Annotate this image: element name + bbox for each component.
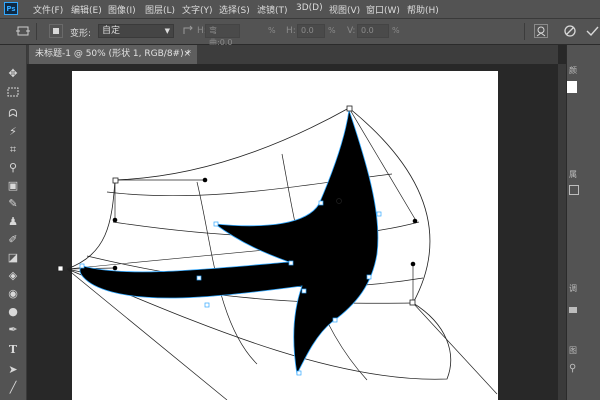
search-icon[interactable]: ⚲ [569, 363, 576, 374]
v-percent-input[interactable]: 0.0 [357, 24, 389, 38]
document-tab-title: 未标题-1 @ 50% (形状 1, RGB/8#) * [35, 49, 191, 59]
h-percent-input[interactable]: 0.0 [297, 24, 325, 38]
bend-unit: % [268, 26, 276, 35]
document-tab[interactable]: 未标题-1 @ 50% (形状 1, RGB/8#) * × [29, 45, 197, 64]
close-icon[interactable]: × [183, 45, 191, 64]
warp-select-value: 自定 [102, 26, 121, 36]
chevron-down-icon: ▼ [164, 27, 170, 35]
menu-type[interactable]: 文字(Y) [182, 3, 213, 16]
eyedropper-tool-icon[interactable]: ⚲ [5, 161, 21, 175]
cancel-icon[interactable] [563, 24, 577, 38]
photoshop-logo-icon[interactable]: Ps [4, 2, 18, 15]
blur-tool-icon[interactable]: ◉ [5, 287, 21, 301]
menu-image[interactable]: 图像(I) [108, 3, 136, 16]
v-unit: % [392, 26, 400, 35]
marquee-tool-icon[interactable] [5, 87, 21, 101]
panel-label-adjustments[interactable]: 调 [569, 283, 577, 294]
type-tool-icon[interactable]: T [5, 343, 21, 357]
vertical-scrollbar[interactable] [558, 64, 566, 400]
pen-tool-icon[interactable]: ✒ [5, 323, 21, 337]
options-bar: 变形: 自定 ▼ H: 弯曲:0.0 % H: 0.0 % V: 0.0 % [0, 19, 600, 47]
panels-strip: 颜 属 调 图 ⚲ [566, 45, 600, 400]
menu-3d[interactable]: 3D(D) [296, 3, 323, 13]
panel-label-layers[interactable]: 图 [569, 345, 577, 356]
separator [524, 23, 525, 40]
transform-tool-icon[interactable] [16, 24, 30, 38]
menu-view[interactable]: 视图(V) [329, 3, 360, 16]
menu-file[interactable]: 文件(F) [33, 3, 63, 16]
h-percent-value: 0.0 [301, 26, 314, 35]
path-selection-tool-icon[interactable]: ➤ [5, 363, 21, 377]
reference-point-icon[interactable] [49, 24, 63, 38]
magic-wand-tool-icon[interactable]: ⚡ [5, 125, 21, 139]
h-unit: % [328, 26, 336, 35]
brush-tool-icon[interactable]: ✎ [5, 197, 21, 211]
menu-layer[interactable]: 图层(L) [145, 3, 175, 16]
color-swatch[interactable] [567, 81, 577, 93]
menu-window[interactable]: 窗口(W) [366, 3, 400, 16]
panel-label-color[interactable]: 颜 [569, 65, 577, 76]
commit-check-icon[interactable] [585, 24, 599, 38]
menu-filter[interactable]: 滤镜(T) [257, 3, 288, 16]
toolbox: ✥ ᗣ ⚡ ⌗ ⚲ ▣ ✎ ♟ ✐ ◪ ◈ ◉ ● ✒ T ➤ ╱ [0, 45, 27, 400]
v-percent-value: 0.0 [361, 26, 374, 35]
menu-help[interactable]: 帮助(H) [407, 3, 439, 16]
transform-label: 变形: [70, 29, 92, 39]
warp-overlay[interactable] [27, 64, 558, 400]
puppet-warp-icon[interactable] [534, 24, 548, 38]
line-tool-icon[interactable]: ╱ [5, 381, 21, 395]
h-input-label: 弯曲: [209, 26, 220, 47]
dodge-tool-icon[interactable]: ● [5, 305, 21, 319]
history-brush-tool-icon[interactable]: ✐ [5, 233, 21, 247]
eraser-tool-icon[interactable]: ◪ [5, 251, 21, 265]
properties-icon[interactable] [569, 185, 579, 195]
warp-select[interactable]: 自定 ▼ [98, 24, 174, 38]
adjustment-icon[interactable] [569, 307, 577, 313]
menu-select[interactable]: 选择(S) [219, 3, 250, 16]
document-tab-bar: 未标题-1 @ 50% (形状 1, RGB/8#) * × [27, 45, 558, 64]
menu-edit[interactable]: 编辑(E) [71, 3, 102, 16]
move-tool-icon[interactable]: ✥ [5, 67, 21, 81]
menu-bar: Ps 文件(F) 编辑(E) 图像(I) 图层(L) 文字(Y) 选择(S) 滤… [0, 0, 600, 19]
h-label: H: [286, 26, 296, 36]
clone-stamp-tool-icon[interactable]: ♟ [5, 215, 21, 229]
h-input[interactable]: 弯曲:0.0 [205, 24, 240, 47]
healing-brush-tool-icon[interactable]: ▣ [5, 179, 21, 193]
canvas-area[interactable] [27, 64, 558, 400]
separator [36, 23, 37, 40]
panel-label-properties[interactable]: 属 [569, 169, 577, 180]
lasso-tool-icon[interactable]: ᗣ [5, 107, 21, 121]
v-label: V: [347, 26, 356, 36]
paint-bucket-tool-icon[interactable]: ◈ [5, 269, 21, 283]
warp-orientation-icon[interactable] [181, 24, 195, 38]
crop-tool-icon[interactable]: ⌗ [5, 143, 21, 157]
